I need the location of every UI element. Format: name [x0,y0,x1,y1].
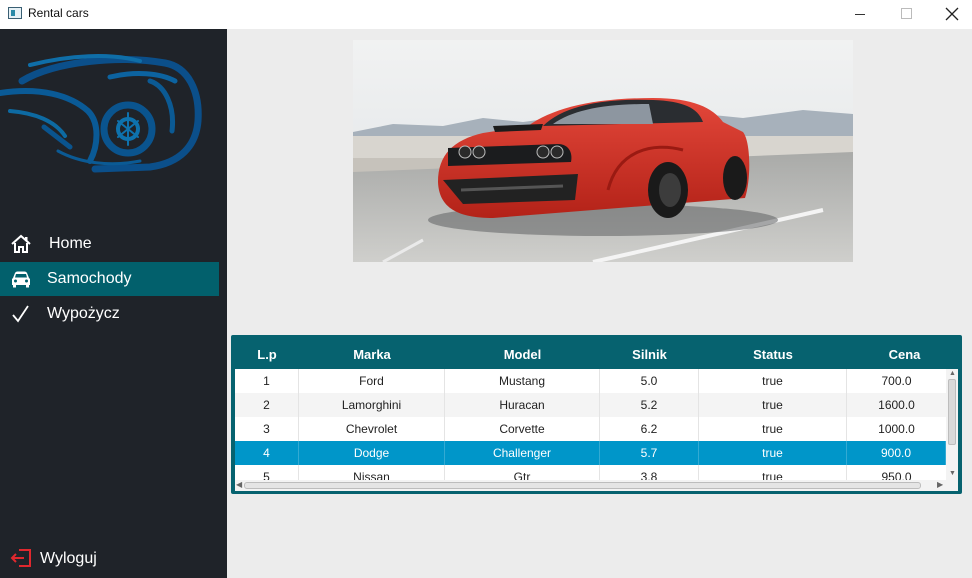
app-icon [8,7,22,19]
sidebar-item-home[interactable]: Home [0,227,219,261]
column-header-silnik[interactable]: Silnik [600,347,699,362]
column-header-marka[interactable]: Marka [299,347,445,362]
cell-lp: 5 [235,465,299,480]
cell-marka: Ford [299,369,445,393]
logout-button[interactable]: Wyloguj [10,548,97,573]
cell-silnik: 5.2 [600,393,699,417]
column-header-cena[interactable]: Cena [847,347,962,362]
table-row-selected[interactable]: 4 Dodge Challenger 5.7 true 900.0 [235,441,946,465]
horizontal-scrollbar[interactable]: ◀ ▶ [235,480,946,491]
cell-model: Gtr [445,465,600,480]
table-row[interactable]: 2 Lamorghini Huracan 5.2 true 1600.0 [235,393,946,417]
scroll-right-icon[interactable]: ▶ [937,480,943,489]
checkmark-icon [12,305,29,323]
column-header-status[interactable]: Status [699,347,847,362]
scroll-down-icon[interactable]: ▼ [949,470,956,477]
car-logo [0,54,202,173]
sidebar-item-wypozycz[interactable]: Wypożycz [0,297,219,331]
table-row[interactable]: 1 Ford Mustang 5.0 true 700.0 [235,369,946,393]
sidebar-item-label: Samochody [47,270,132,287]
scroll-up-icon[interactable]: ▲ [949,370,956,377]
car-icon [12,271,30,288]
sidebar-item-label: Home [49,235,92,252]
cell-marka: Lamorghini [299,393,445,417]
vertical-scrollbar[interactable]: ▲ ▼ [946,369,958,480]
cell-model: Corvette [445,417,600,441]
cell-silnik: 3.8 [600,465,699,480]
table-row[interactable]: 3 Chevrolet Corvette 6.2 true 1000.0 [235,417,946,441]
maximize-button[interactable] [883,0,929,29]
cell-model: Mustang [445,369,600,393]
window-title: Rental cars [28,6,89,20]
sidebar: Home Samochody Wypożycz Wyloguj [0,29,227,578]
sidebar-item-label: Wypożycz [47,305,120,322]
cell-silnik: 5.7 [600,441,699,465]
cell-lp: 3 [235,417,299,441]
cell-silnik: 6.2 [600,417,699,441]
table-row[interactable]: 5 Nissan Gtr 3.8 true 950.0 [235,465,946,480]
minimize-icon [855,14,865,15]
table-body: 1 Ford Mustang 5.0 true 700.0 2 Lamorghi… [235,369,946,480]
cell-silnik: 5.0 [600,369,699,393]
cell-marka: Dodge [299,441,445,465]
cell-cena: 950.0 [881,470,912,480]
cell-cena: 900.0 [847,441,946,465]
cell-status: true [699,441,847,465]
cell-status: true [699,393,847,417]
cell-lp: 1 [235,369,299,393]
horizontal-scroll-thumb[interactable] [244,482,921,489]
cars-table: L.p Marka Model Silnik Status Cena 1 For… [231,335,962,494]
column-header-model[interactable]: Model [445,347,600,362]
cell-status: true [699,369,847,393]
cell-status: true [699,417,847,441]
cell-lp: 2 [235,393,299,417]
close-button[interactable] [929,0,972,29]
cell-cena: 700.0 [881,374,912,388]
cell-model: Huracan [445,393,600,417]
table-header: L.p Marka Model Silnik Status Cena [235,339,958,369]
sidebar-item-samochody[interactable]: Samochody [0,262,219,296]
cell-marka: Nissan [299,465,445,480]
scroll-left-icon[interactable]: ◀ [236,480,242,489]
car-photo [353,40,853,262]
close-icon [945,7,959,21]
minimize-button[interactable] [837,0,883,29]
cell-model: Challenger [445,441,600,465]
column-header-lp[interactable]: L.p [235,347,299,362]
scroll-corner [946,480,958,491]
cell-status: true [699,465,847,480]
cell-marka: Chevrolet [299,417,445,441]
maximize-icon [901,8,912,19]
cell-cena: 1600.0 [878,398,915,412]
cell-cena: 1000.0 [878,422,915,436]
logout-icon [10,549,31,567]
logout-label: Wyloguj [40,550,97,567]
home-icon [11,234,31,253]
title-bar: Rental cars [0,0,972,29]
vertical-scroll-thumb[interactable] [948,379,956,445]
cell-lp: 4 [235,441,299,465]
